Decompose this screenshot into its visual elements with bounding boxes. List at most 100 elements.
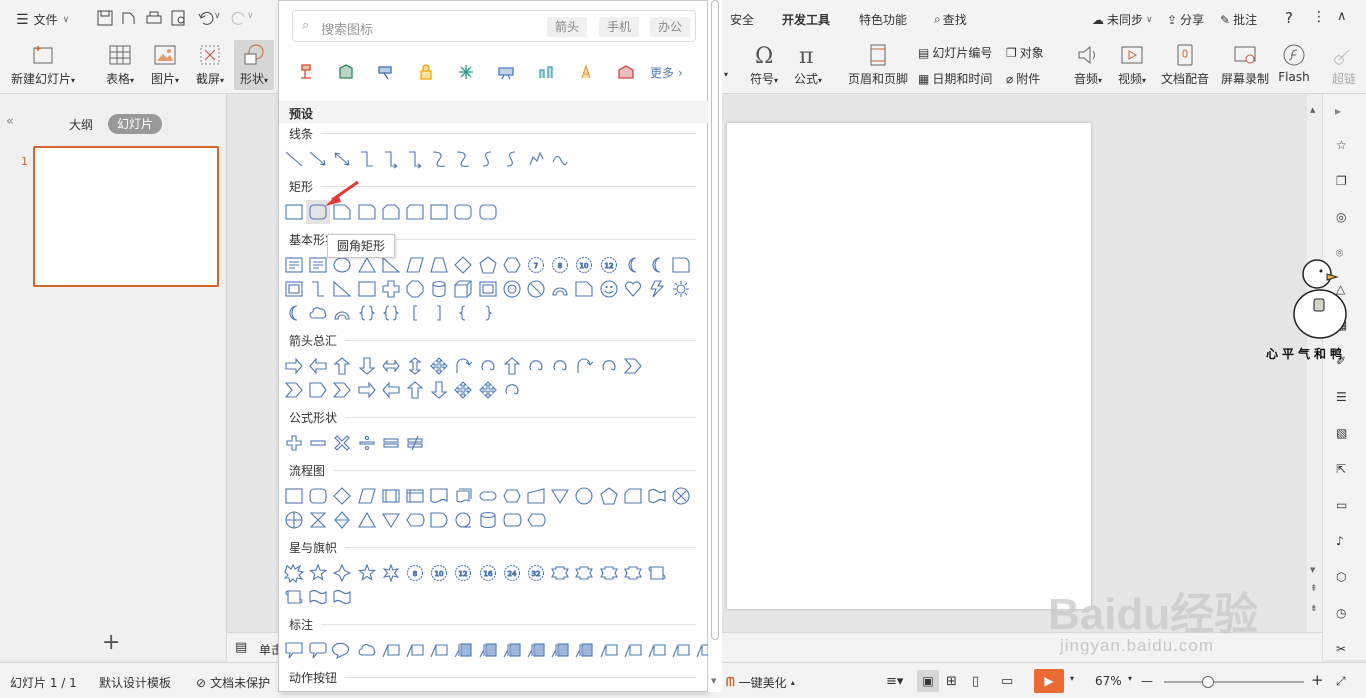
recommended-icon-3[interactable] [376, 62, 396, 82]
video-button[interactable]: 视频▾ [1112, 42, 1152, 87]
recommended-icon-4[interactable] [416, 62, 436, 82]
shape-basic-rect[interactable] [358, 280, 376, 298]
recommended-icon-1[interactable] [296, 62, 316, 82]
shape-callouts-callbar[interactable] [503, 641, 521, 659]
shape-basic-seal[interactable]: 7 [527, 256, 545, 274]
shape-equation-mult[interactable] [333, 434, 351, 452]
picture-button[interactable]: 图片▾ [145, 42, 185, 87]
shape-stars-ribbon[interactable] [575, 564, 594, 582]
audio-button[interactable]: 音频▾ [1068, 42, 1108, 87]
shape-flowchart-fsort[interactable] [333, 511, 351, 529]
shape-lines-elbowarr[interactable] [382, 150, 400, 169]
shape-rectangles-rect[interactable] [430, 203, 448, 221]
shape-arrows-quad[interactable] [454, 381, 473, 399]
add-slide-button[interactable]: + [102, 631, 120, 655]
shape-basic-cross[interactable] [382, 280, 400, 298]
chevron-down-icon[interactable]: ▾ [724, 70, 728, 79]
archive-icon[interactable]: ▭ [1336, 498, 1354, 516]
shape-stars-star[interactable] [382, 563, 400, 583]
shape-stars-wave[interactable] [333, 588, 351, 606]
print-icon[interactable] [145, 9, 163, 27]
shape-flowchart-fmerge[interactable] [551, 487, 570, 505]
shape-lines-curve[interactable] [454, 150, 472, 168]
shape-arrows-chev[interactable] [623, 357, 642, 375]
shape-stars-star[interactable] [309, 563, 328, 582]
shape-arrows-uarr[interactable] [503, 357, 521, 375]
shape-callouts-callline[interactable] [672, 641, 690, 659]
tag-phone[interactable]: 手机 [599, 17, 640, 37]
shape-arrows-lrarr[interactable] [382, 357, 400, 375]
copy-icon[interactable]: ❐ [1336, 174, 1354, 192]
shape-flowchart-fmanual[interactable] [527, 487, 545, 505]
voiceover-button[interactable]: 文档配音 [1158, 42, 1212, 87]
slide-canvas[interactable] [727, 123, 1091, 609]
slideshow-dropdown-icon[interactable]: ▾ [1070, 674, 1074, 683]
shape-flowchart-fdisk[interactable] [503, 511, 522, 529]
shape-arrows-udarr[interactable] [406, 357, 424, 375]
shape-basic-rtri[interactable] [382, 256, 401, 274]
undo-dropdown-icon[interactable]: ∨ [214, 11, 221, 21]
shape-flowchart-fmerge[interactable] [381, 511, 400, 529]
scroll-up-icon[interactable]: ▲ [1310, 106, 1315, 114]
shape-callouts-cloud[interactable] [358, 641, 376, 659]
share-button[interactable]: ⇪ 分享 [1167, 11, 1204, 28]
file-menu[interactable]: ☰ 文件 ∨ [16, 11, 69, 28]
shape-stars-seal[interactable]: 24 [503, 564, 521, 582]
screen-record-button[interactable]: 屏幕录制 [1218, 42, 1272, 87]
shape-stars-wave[interactable] [309, 588, 327, 606]
shape-stars-seal[interactable]: 12 [454, 564, 472, 582]
canvas-scrollbar[interactable]: ▲ ▼ ⇞ ⇟ [1307, 94, 1322, 632]
shape-equation-plus[interactable] [285, 434, 303, 452]
shape-basic-moon[interactable] [285, 304, 303, 322]
audio-icon[interactable]: ♪ [1336, 534, 1354, 552]
shape-basic-snip1[interactable] [575, 280, 593, 298]
shape-arrows-larr[interactable] [382, 381, 400, 399]
recommended-icon-6[interactable] [496, 62, 516, 82]
help-icon[interactable]: ? [1285, 9, 1293, 27]
shape-flowchart-rect[interactable] [285, 487, 303, 505]
icon-search-input[interactable]: ⌕ 搜索图标 箭头 手机 办公 [292, 10, 696, 42]
zoom-level[interactable]: 67% [1095, 674, 1122, 688]
shape-flowchart-diamond[interactable] [333, 487, 352, 505]
shape-stars-star[interactable] [333, 563, 352, 583]
shape-callouts-callline[interactable] [600, 641, 618, 659]
recommended-icon-7[interactable] [536, 62, 556, 82]
shape-callouts-callov[interactable] [332, 641, 351, 660]
search-command[interactable]: ⌕ 查找 [934, 11, 967, 28]
shape-panel-scroll-thumb[interactable] [711, 0, 719, 640]
hyperlink-button[interactable]: 超链 [1326, 42, 1362, 87]
shape-arrows-circarr[interactable] [503, 381, 521, 399]
zoom-slider[interactable] [1164, 681, 1304, 683]
tab-security[interactable]: 安全 [730, 11, 754, 28]
shape-stars-seal[interactable]: 10 [430, 564, 448, 582]
slide-number-button[interactable]: ▤ 幻灯片编号 [918, 44, 992, 61]
shape-basic-can[interactable] [430, 280, 448, 298]
shape-basic-bracket[interactable] [382, 304, 400, 322]
design-template[interactable]: 默认设计模板 [99, 674, 171, 691]
shape-basic-seal[interactable]: 8 [551, 256, 569, 274]
shape-callouts-callbar[interactable] [527, 641, 545, 659]
shape-arrows-rarr[interactable] [358, 381, 376, 399]
shape-basic-heart[interactable] [624, 280, 642, 298]
shape-flowchart-fcoll[interactable] [309, 511, 327, 529]
zoom-in-button[interactable]: + [1311, 671, 1324, 689]
collapse-panel-icon[interactable]: « [6, 114, 14, 129]
scroll-down-icon[interactable]: ▼ [711, 677, 716, 685]
shape-basic-tri[interactable] [357, 256, 376, 274]
shape-button[interactable]: 形状▾ [234, 40, 274, 90]
screenshot-button[interactable]: 截屏▾ [190, 42, 230, 87]
shape-lines-curve[interactable] [430, 150, 448, 168]
shape-basic-moon[interactable] [624, 256, 642, 274]
recommended-icon-2[interactable] [336, 62, 356, 82]
shape-callouts-callline[interactable] [382, 641, 400, 659]
expand-pane-icon[interactable]: ▸ [1335, 104, 1341, 118]
shape-callouts-callbar[interactable] [479, 641, 497, 659]
shape-callouts-callline[interactable] [624, 641, 642, 659]
shape-arrows-larr[interactable] [309, 357, 327, 375]
notes-view-icon[interactable]: ▭ [1001, 674, 1013, 689]
shape-callouts-callbar[interactable] [454, 641, 472, 659]
shape-stars-explode[interactable] [283, 563, 305, 584]
object-button[interactable]: ❐ 对象 [1006, 44, 1044, 61]
shape-flowchart-fterm[interactable] [479, 487, 497, 505]
zoom-slider-thumb[interactable] [1202, 676, 1214, 688]
